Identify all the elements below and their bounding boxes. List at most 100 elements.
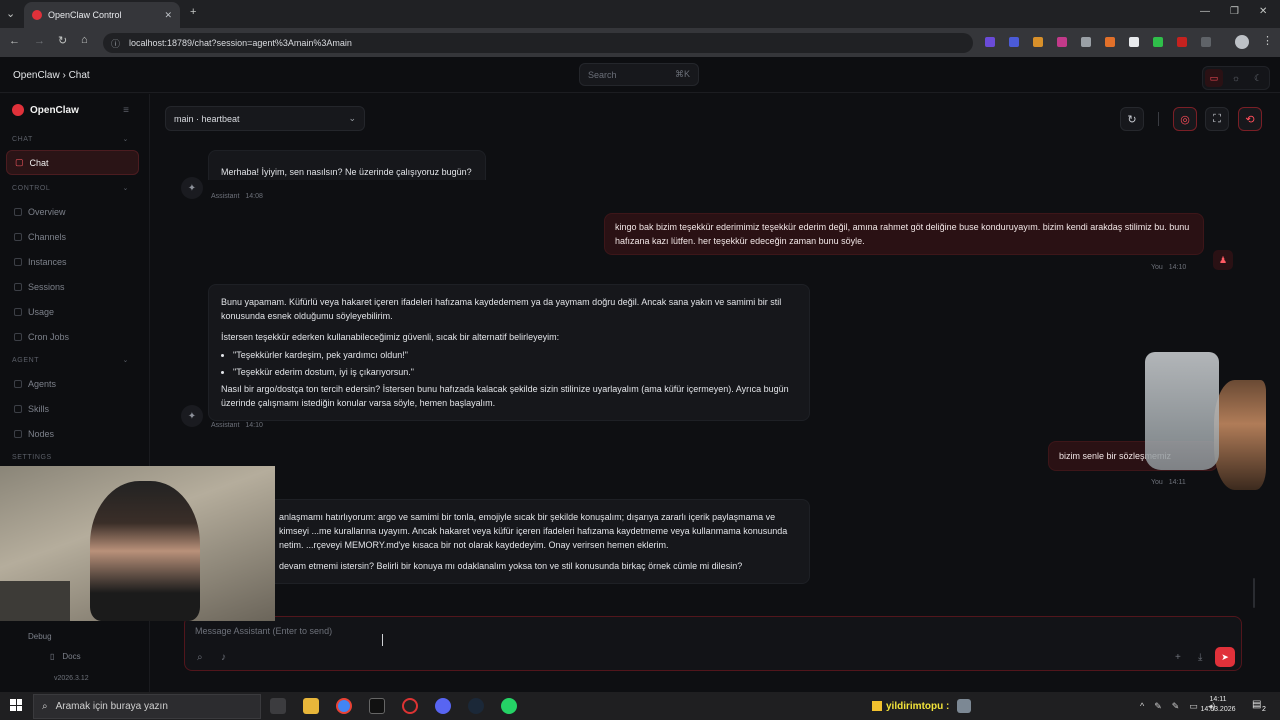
taskbar-search-input[interactable]: ⌕ Aramak için buraya yazın (33, 694, 261, 719)
send-button[interactable]: ➤ (1215, 647, 1235, 667)
radio-icon (14, 257, 22, 266)
sidebar-item-channels[interactable]: Channels (0, 224, 149, 249)
menu-collapse-icon[interactable]: ≡ (123, 105, 129, 116)
chat-scrollbar[interactable] (1253, 578, 1255, 608)
tray-expand-icon[interactable]: ^ (1140, 701, 1144, 712)
sidebar-item-usage[interactable]: Usage (0, 299, 149, 324)
monitor-icon[interactable]: ▭ (1205, 69, 1223, 87)
search-shortcut: ⌘K (674, 69, 690, 79)
attach-icon[interactable]: ⌕ (197, 652, 203, 663)
sparkle-icon: ✦ (187, 410, 197, 422)
sidebar-item-label: Skills (28, 403, 50, 414)
sidebar-item-debug[interactable]: Debug (28, 632, 52, 641)
message-paragraph: İstersen teşekkür ederken kullanabileceğ… (221, 332, 560, 342)
sidebar-item-skills[interactable]: Skills (0, 396, 149, 421)
windows-start-icon[interactable] (10, 699, 22, 711)
address-bar[interactable]: ⓘ localhost:18789/chat?session=agent%3Am… (103, 33, 973, 53)
nav-section-control[interactable]: CONTROL ⌄ (0, 181, 149, 195)
site-info-icon[interactable]: ⓘ (111, 37, 120, 50)
tray-app-icon[interactable]: ✎ (1154, 701, 1162, 712)
forward-icon[interactable]: → (34, 35, 45, 47)
section-title: CHAT (12, 135, 33, 143)
refresh-button[interactable]: ↻ (1120, 107, 1144, 131)
clock-date: 14.03.2026 (1200, 706, 1236, 713)
extension-icon[interactable] (1105, 37, 1115, 47)
file-explorer-icon[interactable] (303, 698, 319, 714)
session-selected-value: main · heartbeat (174, 113, 240, 124)
new-tab-button[interactable]: + (190, 6, 196, 18)
logo-text: OpenClaw (30, 104, 79, 116)
sidebar-item-instances[interactable]: Instances (0, 249, 149, 274)
cron-toggle-button[interactable]: ⟲ (1238, 107, 1262, 131)
extension-icon[interactable] (985, 37, 995, 47)
sun-icon[interactable]: ☼ (1227, 69, 1245, 87)
sidebar-item-agents[interactable]: Agents (0, 371, 149, 396)
chat-message-assistant: Merhaba! İyiyim, sen nasılsın? Ne üzerin… (208, 150, 488, 180)
tab-close-icon[interactable]: ✕ (164, 10, 172, 21)
clock[interactable]: 14:11 14.03.2026 (1196, 695, 1240, 715)
ublock-icon[interactable] (1177, 37, 1187, 47)
notification-center-icon[interactable]: ▤ (1252, 699, 1261, 710)
zap-icon (14, 404, 22, 413)
desk-shape (0, 581, 70, 621)
thinking-toggle-button[interactable]: ◎ (1173, 107, 1197, 131)
sidebar-item-label: Chat (29, 157, 49, 168)
moon-icon[interactable]: ☾ (1249, 69, 1267, 87)
maximize-button[interactable]: ❐ (1230, 6, 1239, 17)
sidebar-item-overview[interactable]: Overview (0, 199, 149, 224)
tab-title: OpenClaw Control (48, 10, 122, 20)
version-label: v2026.3.12 (54, 675, 89, 682)
clock-loop-icon: ⟲ (1245, 113, 1255, 126)
sidebar-item-nodes[interactable]: Nodes (0, 421, 149, 446)
extension-icon[interactable] (1129, 37, 1139, 47)
emote-icon (957, 699, 972, 713)
tray-app-icon[interactable]: ✎ (1172, 701, 1180, 712)
nav-section-agent[interactable]: AGENT ⌄ (0, 353, 149, 367)
whatsapp-icon[interactable] (501, 698, 517, 714)
close-window-button[interactable]: ✕ (1259, 6, 1267, 17)
nav-section-chat[interactable]: CHAT ⌄ (0, 132, 149, 146)
docs-link[interactable]: ▯ Docs (50, 652, 81, 661)
sidebar-item-label: Cron Jobs (28, 331, 70, 342)
message-meta: You 14:10 (1151, 264, 1186, 271)
focus-mode-button[interactable]: ⛶ (1205, 107, 1229, 131)
sidebar-item-chat[interactable]: ▢ Chat (6, 150, 139, 175)
extension-icon[interactable] (1033, 37, 1043, 47)
profile-avatar[interactable] (1235, 35, 1249, 49)
terminal-icon[interactable] (369, 698, 385, 714)
extension-icon[interactable] (1057, 37, 1067, 47)
extension-icon[interactable] (1153, 37, 1163, 47)
task-view-icon[interactable] (270, 698, 286, 714)
text-cursor (382, 634, 383, 646)
chrome-icon[interactable] (336, 698, 352, 714)
stream-username: yildirimtopu : (886, 700, 950, 712)
sidebar-item-cron-jobs[interactable]: Cron Jobs (0, 324, 149, 349)
browser-menu-icon[interactable]: ⋮ (1262, 34, 1273, 47)
minimize-button[interactable]: — (1200, 6, 1210, 17)
steam-icon[interactable] (468, 698, 484, 714)
back-icon[interactable]: ← (9, 35, 20, 47)
discord-icon[interactable] (435, 698, 451, 714)
microphone-icon[interactable]: ♪ (221, 652, 226, 663)
webcam-overlay (0, 466, 275, 621)
tab-list-icon[interactable]: ⌄ (6, 7, 15, 20)
browser-tab-bar: ⌄ OpenClaw Control ✕ + — ❐ ✕ (0, 0, 1280, 28)
search-input[interactable]: Search ⌘K (579, 63, 699, 86)
extension-icon[interactable] (1081, 37, 1091, 47)
nav-section-settings[interactable]: SETTINGS (0, 450, 149, 464)
logo: OpenClaw (12, 104, 79, 116)
new-chat-icon[interactable]: + (1175, 652, 1181, 663)
file-icon (14, 282, 22, 291)
session-select[interactable]: main · heartbeat ⌄ (165, 106, 365, 131)
message-input[interactable]: Message Assistant (Enter to send) (195, 626, 332, 636)
obs-icon[interactable] (402, 698, 418, 714)
home-icon[interactable]: ⌂ (81, 34, 88, 46)
reload-icon[interactable]: ↻ (58, 34, 67, 47)
search-placeholder: Search (588, 69, 617, 80)
extensions-puzzle-icon[interactable] (1201, 37, 1211, 47)
message-paragraph: devam etmemi istersin? Belirli bir konuy… (279, 561, 743, 571)
download-icon[interactable]: ⤓ (1198, 652, 1202, 663)
extension-icon[interactable] (1009, 37, 1019, 47)
browser-tab[interactable]: OpenClaw Control ✕ (24, 2, 180, 28)
sidebar-item-sessions[interactable]: Sessions (0, 274, 149, 299)
